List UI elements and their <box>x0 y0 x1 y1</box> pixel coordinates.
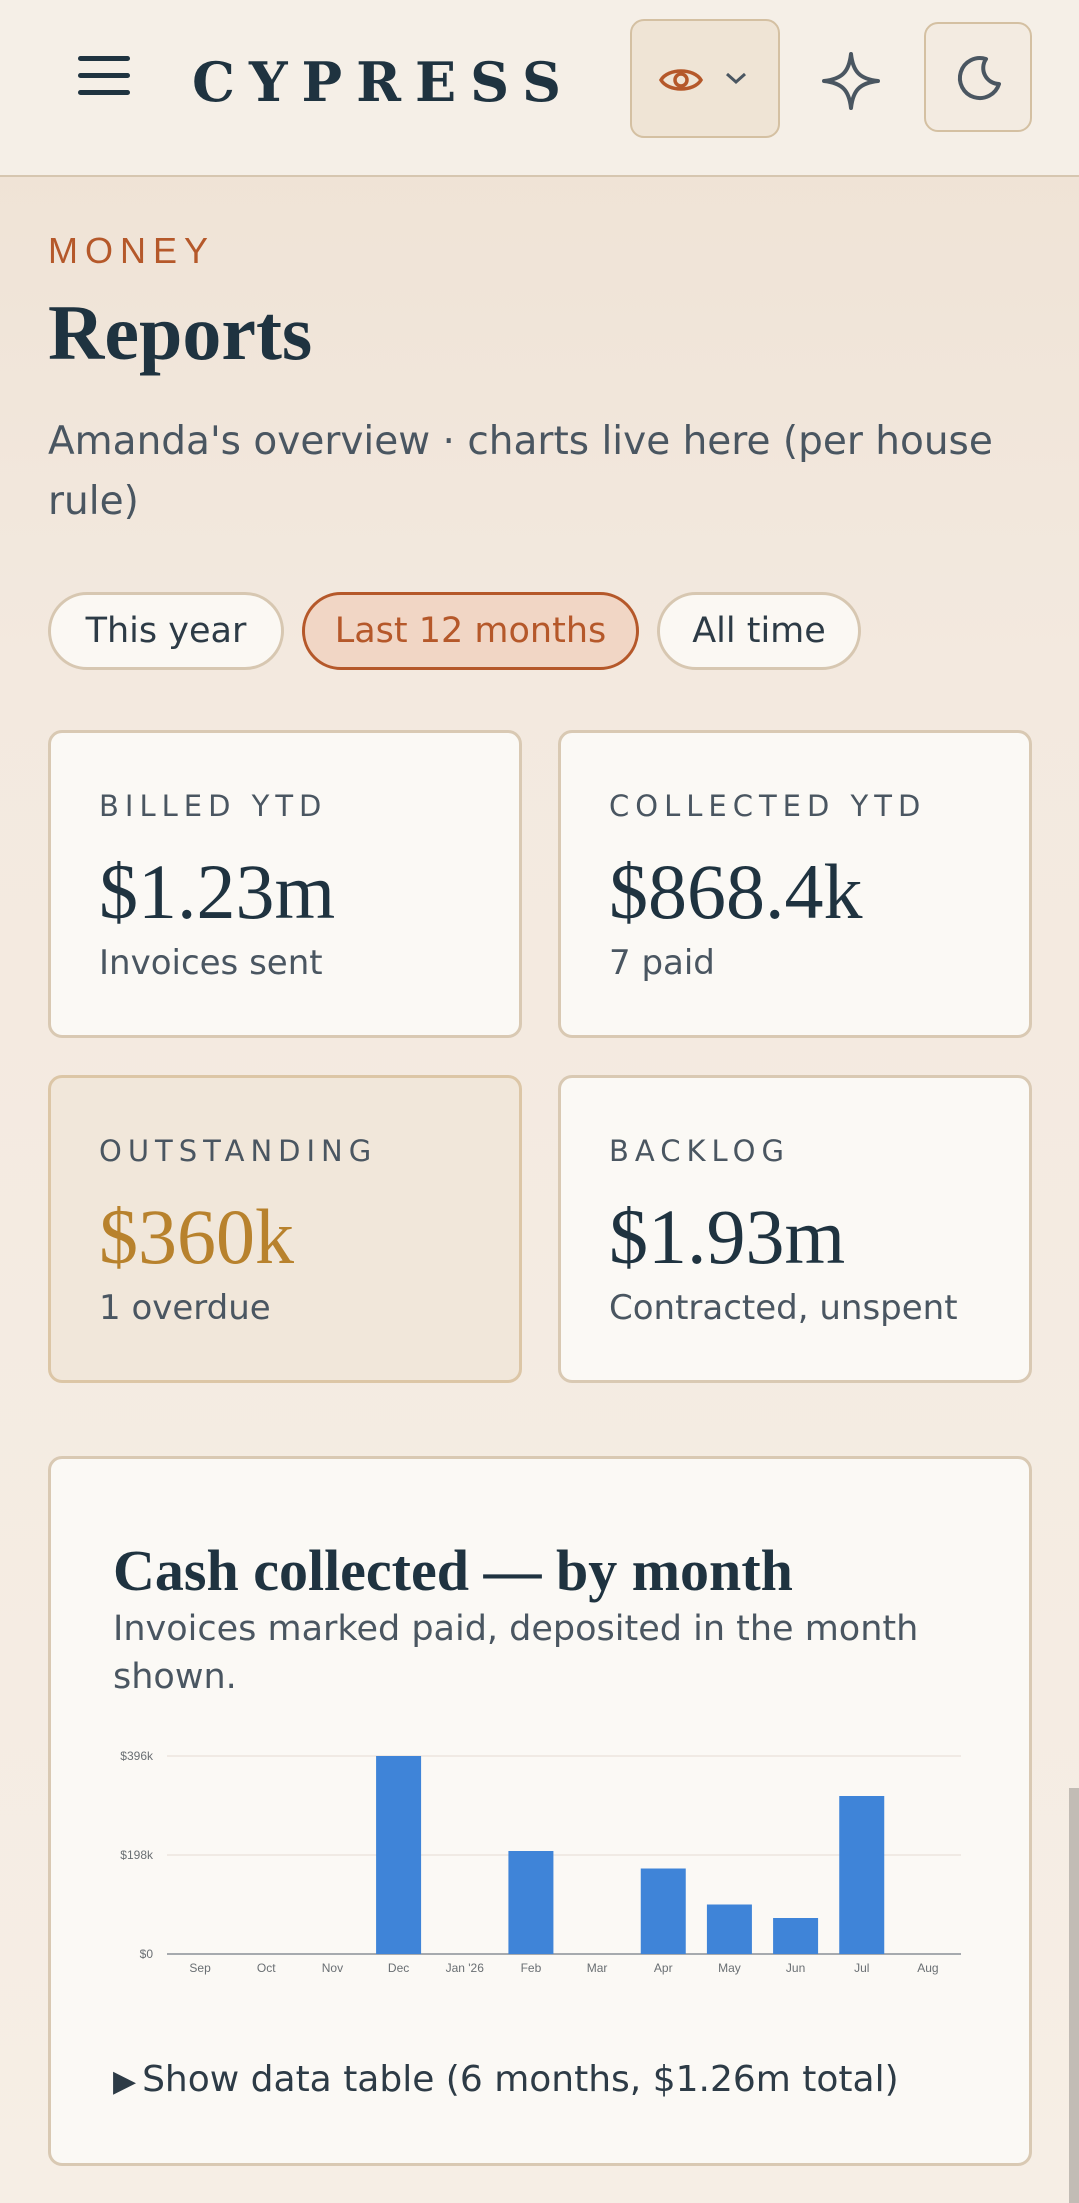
x-tick-label: Oct <box>257 1961 276 1975</box>
theme-toggle-button[interactable] <box>924 22 1032 132</box>
bar-jul <box>839 1796 885 1954</box>
y-tick-label: $0 <box>140 1947 154 1961</box>
x-tick-label: Sep <box>189 1961 211 1975</box>
stat-card-billed: BILLED YTD $1.23m Invoices sent <box>48 730 522 1038</box>
stat-caption: 7 paid <box>609 943 715 983</box>
stat-label: BILLED YTD <box>99 789 328 823</box>
page-subtitle: Amanda's overview · charts live here (pe… <box>48 419 993 524</box>
stat-value: $1.93m <box>609 1193 846 1280</box>
x-tick-label: Jan '26 <box>446 1961 485 1975</box>
bar-chart: $0 $198k $396k Sep Oct Nov Dec Jan '26 Feb Mar Apr… <box>120 1749 961 1975</box>
x-tick-label: Jun <box>786 1961 805 1975</box>
bar-dec <box>376 1756 422 1954</box>
stat-value: $1.23m <box>99 848 336 935</box>
chart-title: Cash collected — by month <box>113 1538 793 1603</box>
sparkle-icon <box>822 52 880 110</box>
privacy-toggle-button[interactable] <box>630 19 780 138</box>
cash-collected-chart-panel: Cash collected — by month Invoices marke… <box>48 1456 1032 2166</box>
eye-icon <box>659 69 703 91</box>
bar-jun <box>773 1918 819 1954</box>
bar-apr <box>640 1868 686 1954</box>
show-data-table-toggle[interactable]: ▶ Show data table (6 months, $1.26m total… <box>113 2059 899 2100</box>
page-scrollbar[interactable] <box>1069 1788 1079 2203</box>
x-tick-label: May <box>718 1961 741 1975</box>
bar-may <box>706 1904 752 1954</box>
stat-card-backlog: BACKLOG $1.93m Contracted, unspent <box>558 1075 1032 1383</box>
stat-label: COLLECTED YTD <box>609 789 927 823</box>
x-tick-label: Nov <box>322 1961 343 1975</box>
ai-assistant-button[interactable] <box>818 48 884 114</box>
filter-all-time[interactable]: All time <box>657 592 861 670</box>
stat-caption: Contracted, unspent <box>609 1288 958 1328</box>
menu-button[interactable] <box>78 56 136 102</box>
x-tick-label: Dec <box>388 1961 409 1975</box>
disclosure-triangle-icon: ▶ <box>113 2064 137 2099</box>
app-header: CYPRESS <box>0 0 1079 177</box>
stat-card-outstanding: OUTSTANDING $360k 1 overdue <box>48 1075 522 1383</box>
page-title: Reports <box>48 289 313 376</box>
filter-this-year[interactable]: This year <box>48 592 284 670</box>
stat-caption: Invoices sent <box>99 943 323 983</box>
chart-description: Invoices marked paid, deposited in the m… <box>113 1609 919 1697</box>
stat-value: $360k <box>99 1193 294 1280</box>
x-tick-label: Aug <box>917 1961 938 1975</box>
stat-label: OUTSTANDING <box>99 1134 378 1168</box>
bar-feb <box>508 1851 554 1954</box>
moon-icon <box>957 56 1001 101</box>
x-tick-label: Jul <box>854 1961 869 1975</box>
hamburger-menu-icon <box>78 56 130 61</box>
x-tick-label: Mar <box>587 1961 608 1975</box>
stat-card-collected: COLLECTED YTD $868.4k 7 paid <box>558 730 1032 1038</box>
stat-value: $868.4k <box>609 848 863 935</box>
x-tick-label: Apr <box>654 1961 673 1975</box>
filter-last-12-months[interactable]: Last 12 months <box>302 592 639 670</box>
x-tick-label: Feb <box>521 1961 542 1975</box>
brand-logo: CYPRESS <box>192 50 575 114</box>
section-eyebrow: MONEY <box>48 230 216 271</box>
stat-label: BACKLOG <box>609 1134 790 1168</box>
toggle-label: Show data table (6 months, $1.26m total) <box>142 2059 899 2100</box>
chevron-down-icon <box>726 72 746 85</box>
y-tick-label: $198k <box>120 1848 154 1862</box>
y-tick-label: $396k <box>120 1749 154 1763</box>
stat-caption: 1 overdue <box>99 1288 271 1328</box>
